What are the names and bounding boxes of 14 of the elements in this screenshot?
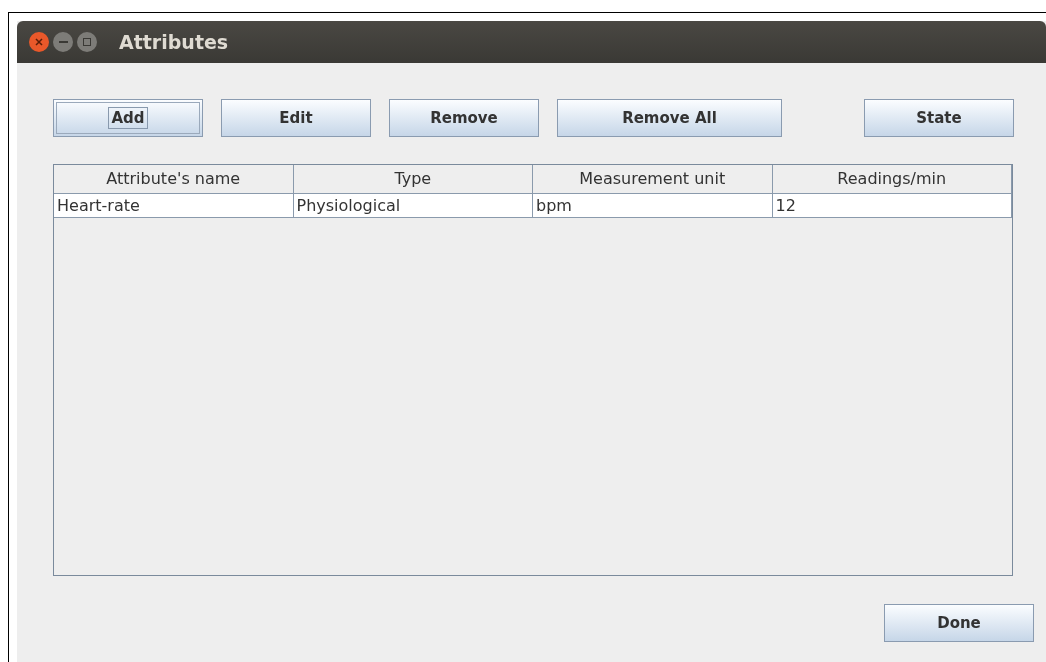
toolbar-button[interactable]: Edit (221, 99, 371, 137)
toolbar-button[interactable]: Remove All (557, 99, 782, 137)
table-cell: 12 (772, 194, 1012, 217)
toolbar-button[interactable]: Add (53, 99, 203, 137)
maximize-icon[interactable] (77, 32, 97, 52)
toolbar-button[interactable]: Remove (389, 99, 539, 137)
minimize-icon[interactable] (53, 32, 73, 52)
table-cell: Physiological (293, 194, 533, 217)
window-title: Attributes (119, 29, 229, 55)
close-icon[interactable] (29, 32, 49, 52)
table-cell: Heart-rate (54, 194, 294, 217)
toolbar-button[interactable]: State (864, 99, 1014, 137)
table-cell: bpm (533, 194, 773, 217)
done-button[interactable]: Done (884, 604, 1034, 642)
